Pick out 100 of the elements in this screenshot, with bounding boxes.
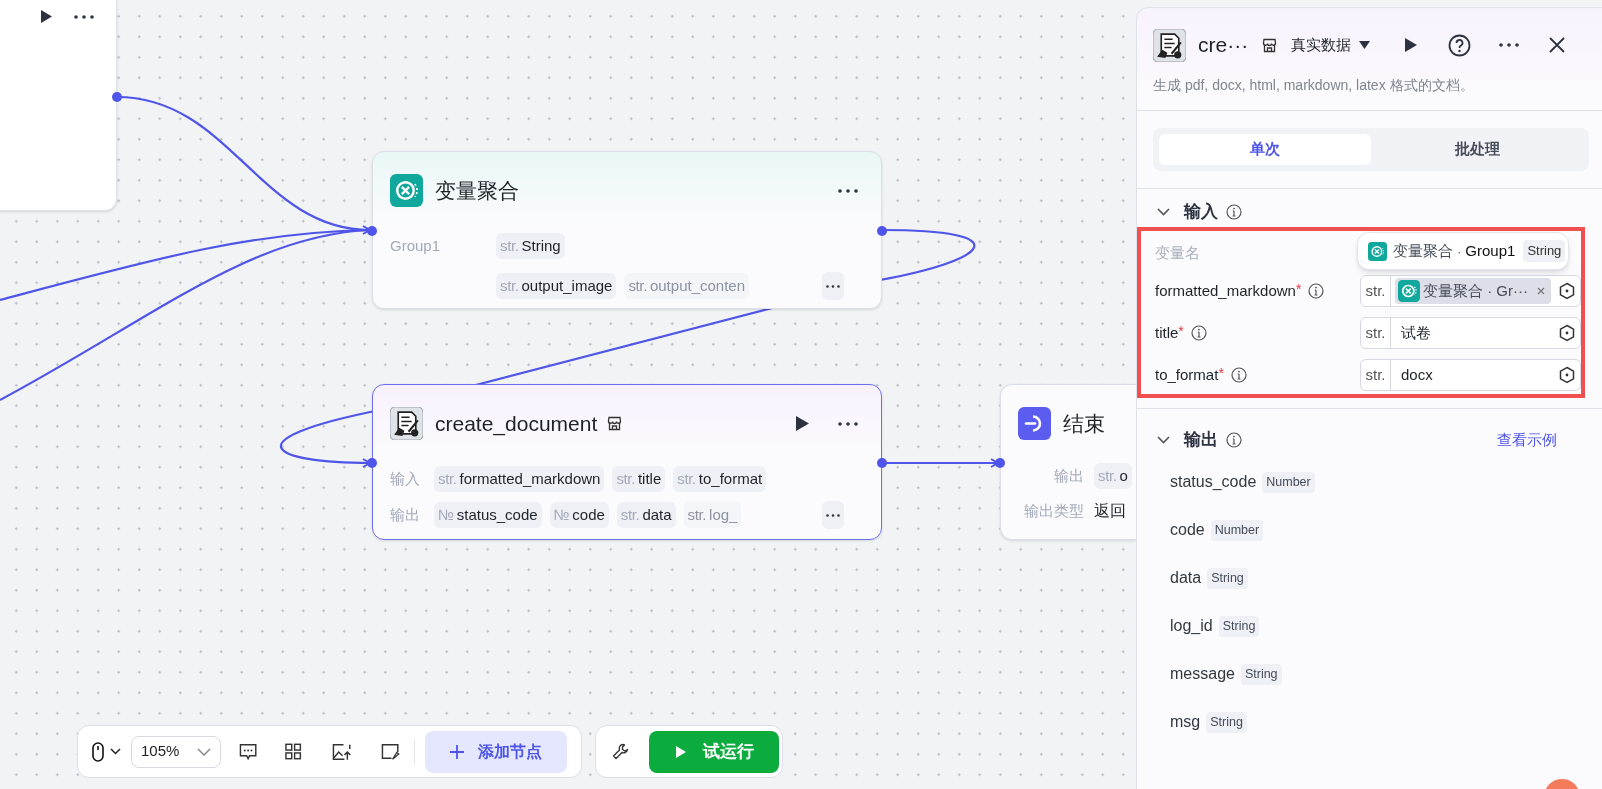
field-label: to_format [1155, 364, 1219, 385]
type-prefix: str. [1361, 360, 1391, 390]
help-icon[interactable] [1448, 33, 1472, 57]
wrench-icon[interactable] [612, 743, 629, 760]
pointer-mode-button[interactable] [92, 741, 121, 762]
more-icon[interactable] [1499, 43, 1520, 47]
node-title: create_document [435, 410, 598, 438]
node-title: 变量聚合 [435, 177, 519, 204]
field-label: 输出 [390, 504, 421, 525]
play-icon[interactable] [1404, 37, 1419, 53]
column-header: 变量名 [1155, 243, 1200, 263]
panel-description: 生成 pdf, docx, html, markdown, latex 格式的文档。 [1152, 76, 1475, 95]
type-tag: String [1206, 711, 1247, 733]
variable-tag: str. data [616, 502, 676, 528]
type-prefix: str. [1361, 276, 1391, 306]
type-tag: String [1218, 615, 1260, 637]
document-icon [1153, 28, 1186, 62]
play-icon[interactable] [40, 9, 53, 24]
workflow-node[interactable] [0, 0, 117, 211]
data-mode-dropdown[interactable]: 真实数据 [1291, 33, 1371, 57]
variable-tag: str. String [496, 233, 565, 259]
tooltip-text: 变量聚合 · Group1 [1393, 240, 1516, 261]
node-title: 结束 [1063, 410, 1105, 437]
variable-picker-icon[interactable] [1558, 282, 1576, 300]
variable-tag: str. log_ [683, 502, 742, 528]
plus-icon [449, 744, 464, 759]
output-name: status_code [1170, 472, 1257, 492]
tab[interactable]: 单次 [1159, 134, 1371, 165]
required-mark: * [1178, 322, 1184, 341]
info-icon[interactable] [1308, 283, 1325, 299]
type-tag: Number [1262, 471, 1315, 493]
note-icon[interactable] [380, 742, 400, 761]
variable-tag: № code [549, 502, 609, 528]
play-icon[interactable] [795, 415, 810, 432]
variable-tag: str. o [1094, 463, 1132, 489]
variable-tag: № status_code [434, 502, 542, 528]
plugin-icon [1262, 37, 1278, 53]
more-icon[interactable] [838, 421, 858, 426]
play-icon [674, 744, 687, 759]
variable-icon [1368, 241, 1387, 261]
add-node-button[interactable]: 添加节点 [424, 730, 567, 773]
panel-title: cre··· [1198, 32, 1249, 59]
info-icon[interactable] [1226, 432, 1242, 448]
required-mark: * [1218, 364, 1224, 381]
field-label: 输出类型 [1023, 500, 1084, 521]
variable-icon [390, 174, 423, 207]
output-name: code [1170, 520, 1205, 540]
workflow-node[interactable]: create_document 输入 str. formatted_markdown str. title str. to_format 输出 № status_code № code str. data str. log_ [372, 384, 882, 540]
variable-tag: str. formatted_markdown [434, 466, 605, 492]
document-icon [390, 407, 423, 440]
chevron-down-icon[interactable] [1157, 436, 1170, 444]
section-title: 输出 [1184, 429, 1218, 452]
caret-down-icon [1359, 41, 1371, 49]
close-icon[interactable] [1549, 37, 1566, 53]
info-icon[interactable] [1190, 325, 1207, 341]
output-name: msg [1170, 712, 1201, 732]
variable-chip[interactable]: 变量聚合 · Gr··· [1395, 278, 1551, 304]
more-icon[interactable] [838, 188, 858, 193]
variable-icon [1398, 280, 1420, 302]
field-label: 输入 [390, 468, 421, 489]
info-icon[interactable] [1230, 367, 1247, 383]
variable-tag: str. title [612, 466, 666, 492]
zoom-select[interactable]: 105% [131, 735, 222, 768]
input-field[interactable]: str. 变量聚合 · Gr··· [1360, 275, 1581, 307]
variable-tag: str. output_conten [624, 273, 750, 299]
field-label: title [1155, 322, 1179, 343]
type-tag: String [1207, 567, 1248, 589]
field-label: 输出 [1053, 465, 1084, 486]
input-field[interactable]: str. docx [1360, 359, 1581, 391]
info-icon[interactable] [1226, 204, 1242, 220]
type-tag: String [1240, 663, 1282, 685]
variable-picker-icon[interactable] [1558, 324, 1576, 342]
more-icon [826, 513, 840, 517]
variable-tag: str. to_format [673, 466, 767, 492]
workflow-node[interactable]: 变量聚合 Group1 str. String str. output_image str. output_conten [372, 151, 882, 309]
image-upload-icon[interactable] [331, 742, 351, 761]
field-label: Group1 [390, 235, 442, 256]
chevron-down-icon[interactable] [1157, 208, 1170, 216]
variable-picker-icon[interactable] [1558, 366, 1576, 384]
workflow-node[interactable]: 结束 输出 str. o 输出类型 返回 [1000, 384, 1136, 540]
type-prefix: str. [1361, 318, 1391, 348]
caret-icon [110, 748, 121, 755]
section-title: 输入 [1184, 201, 1218, 224]
input-field[interactable]: str. 试卷 [1360, 317, 1581, 349]
type-tag: String [1523, 240, 1566, 262]
more-button[interactable] [822, 272, 844, 300]
more-button[interactable] [822, 501, 844, 529]
field-label: formatted_markdown [1155, 280, 1296, 301]
more-icon[interactable] [74, 15, 94, 19]
grid-icon[interactable] [285, 743, 302, 760]
comment-icon[interactable] [239, 742, 258, 761]
required-mark: * [1295, 280, 1302, 297]
field-value: 返回 [1094, 501, 1126, 521]
mouse-icon [92, 741, 104, 762]
example-link[interactable]: 查看示例 [1497, 428, 1557, 452]
type-tag: Number [1210, 519, 1264, 541]
tab[interactable]: 批处理 [1371, 134, 1583, 165]
output-name: message [1170, 664, 1235, 684]
output-name: data [1170, 568, 1202, 588]
plugin-icon [607, 416, 623, 431]
